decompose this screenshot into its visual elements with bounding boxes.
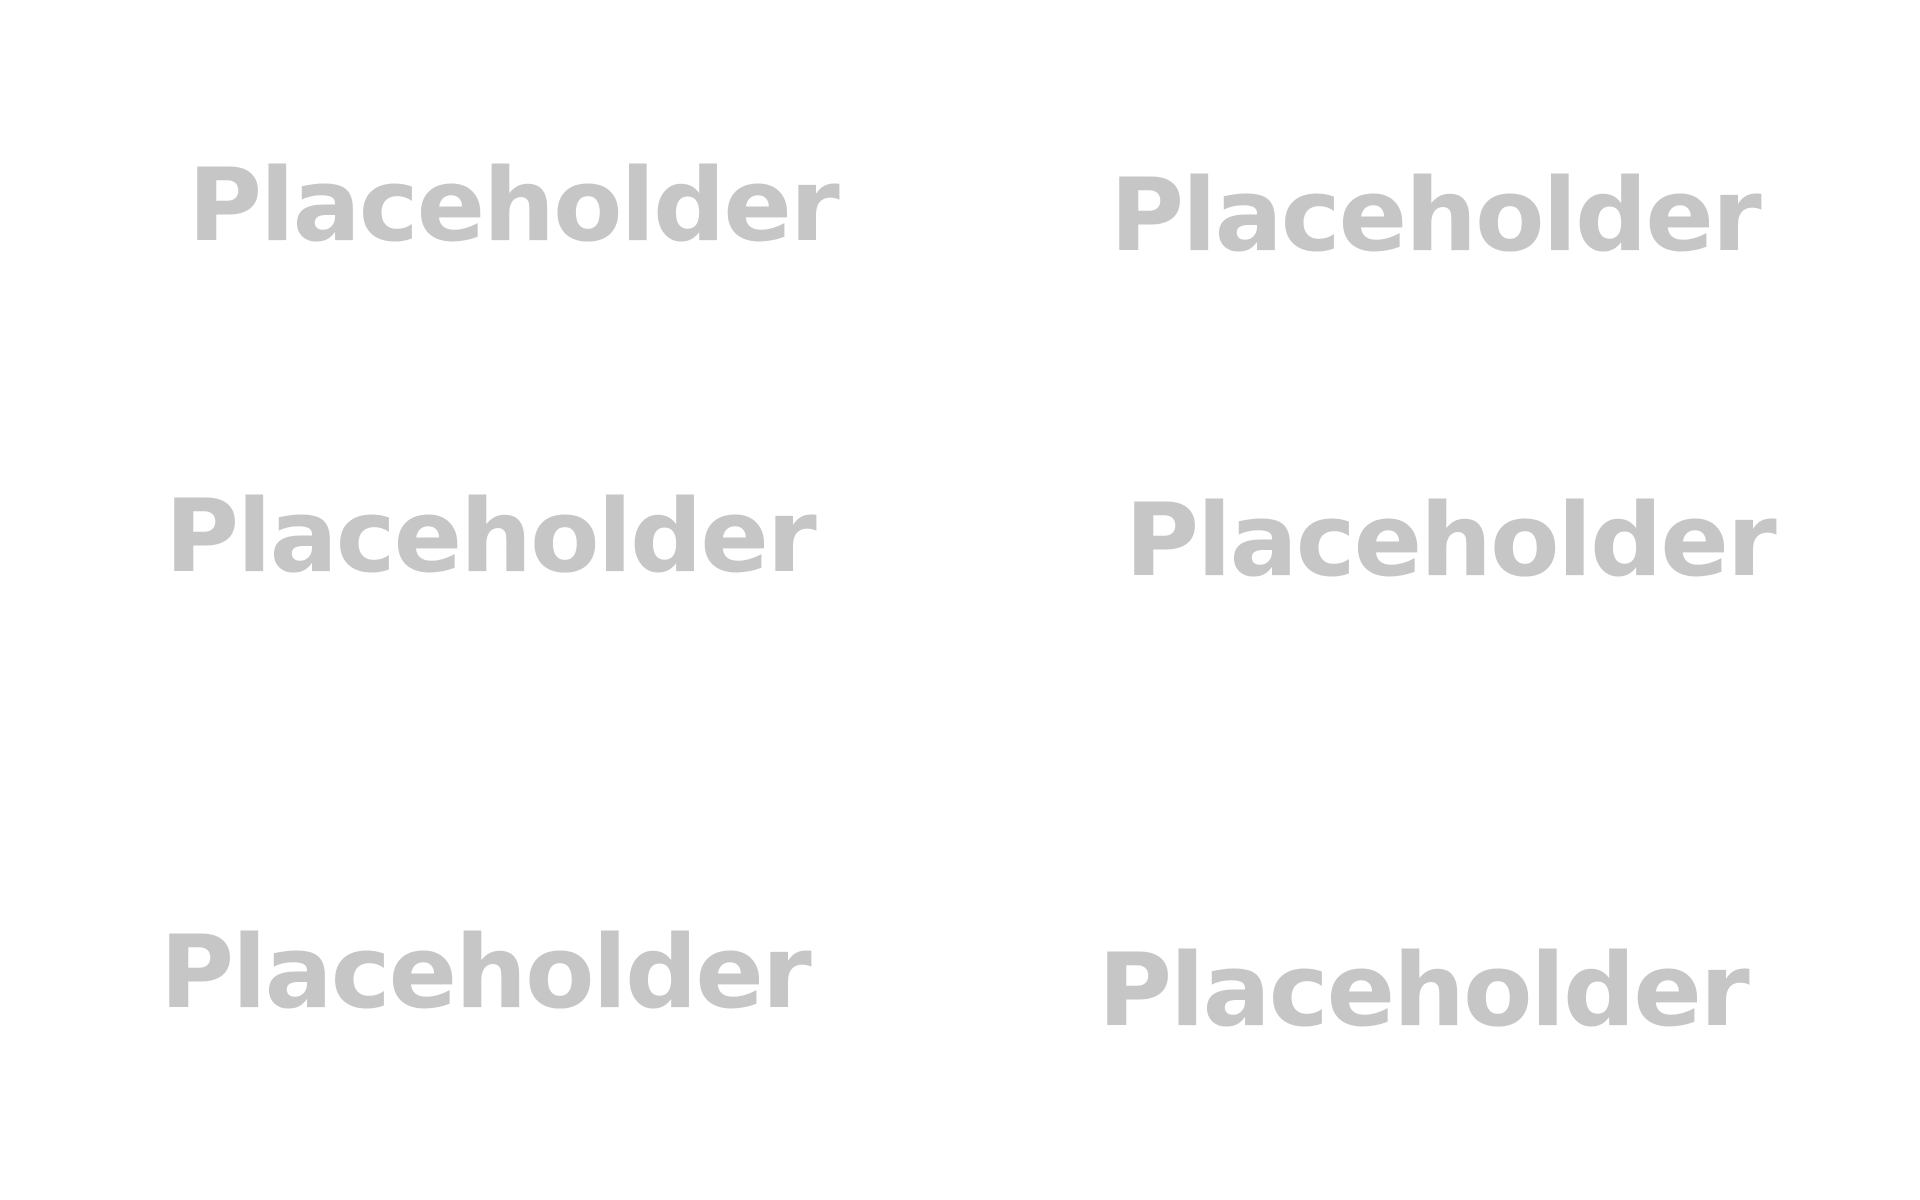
placeholder-text-5: Placeholder [160, 913, 812, 1031]
placeholder-text-4: Placeholder [1125, 481, 1777, 599]
placeholder-text-1: Placeholder [188, 146, 840, 264]
placeholder-text-3: Placeholder [165, 477, 817, 595]
placeholder-text-2: Placeholder [1110, 156, 1762, 274]
placeholder-text-6: Placeholder [1098, 931, 1750, 1049]
placeholder-canvas: Placeholder Placeholder Placeholder Plac… [0, 0, 1920, 1200]
